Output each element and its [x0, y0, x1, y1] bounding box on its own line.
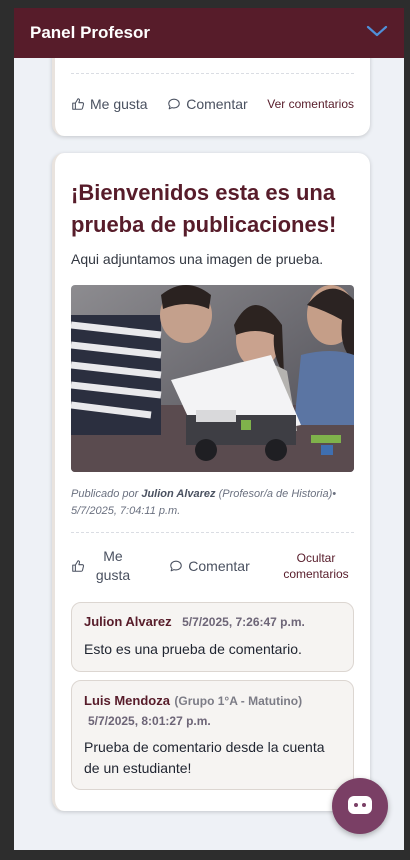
chevron-down-icon[interactable]	[366, 24, 388, 43]
thumbs-up-icon	[72, 560, 85, 572]
view-comments-button[interactable]: Ver comentarios	[267, 97, 354, 111]
meta-prefix: Publicado por	[71, 488, 139, 500]
post-image[interactable]	[71, 285, 354, 472]
comment-icon	[170, 560, 183, 572]
comment-author: Julion Alvarez	[84, 614, 172, 629]
comment-label: Comentar	[186, 96, 248, 112]
like-label: Me gusta	[90, 96, 148, 112]
post-actions: Me gusta Comentar Ocultar comentarios	[71, 546, 354, 586]
like-label: Me gusta	[95, 548, 131, 583]
post-meta: Publicado por Julion Alvarez (Profesor/a…	[71, 486, 354, 520]
divider	[71, 73, 354, 74]
thumbs-up-icon	[72, 98, 85, 110]
comment-group: (Grupo 1°A - Matutino)	[174, 694, 303, 708]
like-button[interactable]: Me gusta	[71, 96, 148, 112]
app-window: Panel Profesor Me gusta Comentar Ver com…	[14, 8, 404, 850]
comment-icon	[168, 98, 180, 110]
comment-button[interactable]: Comentar	[167, 96, 248, 112]
comment-date: 5/7/2025, 8:01:27 p.m.	[88, 714, 211, 728]
divider	[71, 532, 354, 533]
meta-author: Julion Alvarez	[141, 488, 216, 500]
like-button[interactable]: Me gusta	[71, 547, 141, 585]
comment-item: Julion Alvarez 5/7/2025, 7:26:47 p.m. Es…	[71, 602, 354, 672]
chat-button[interactable]	[332, 778, 388, 834]
post-title: ¡Bienvenidos esta es una prueba de publi…	[71, 180, 337, 237]
chat-bubble-icon	[348, 796, 372, 814]
comment-text: Esto es una prueba de comentario.	[84, 641, 302, 657]
post-card: ¡Bienvenidos esta es una prueba de publi…	[52, 153, 370, 811]
hide-comments-button[interactable]: Ocultar comentarios	[278, 550, 354, 582]
post-description: Aqui adjuntamos una imagen de prueba.	[71, 251, 324, 267]
post-actions: Me gusta Comentar Ver comentarios	[71, 96, 354, 112]
header-title: Panel Profesor	[30, 23, 150, 42]
app-header: Panel Profesor	[14, 8, 404, 58]
meta-role: (Profesor/a de Historia)	[218, 488, 333, 500]
comment-author: Luis Mendoza	[84, 693, 170, 708]
comment-button[interactable]: Comentar	[169, 558, 250, 574]
comment-date: 5/7/2025, 7:26:47 p.m.	[182, 615, 305, 629]
feed[interactable]: Me gusta Comentar Ver comentarios ¡Bienv…	[14, 38, 404, 850]
comment-label: Comentar	[188, 558, 250, 574]
comment-text: Prueba de comentario desde la cuenta de …	[84, 739, 325, 776]
comment-item: Luis Mendoza (Grupo 1°A - Matutino) 5/7/…	[71, 680, 354, 790]
